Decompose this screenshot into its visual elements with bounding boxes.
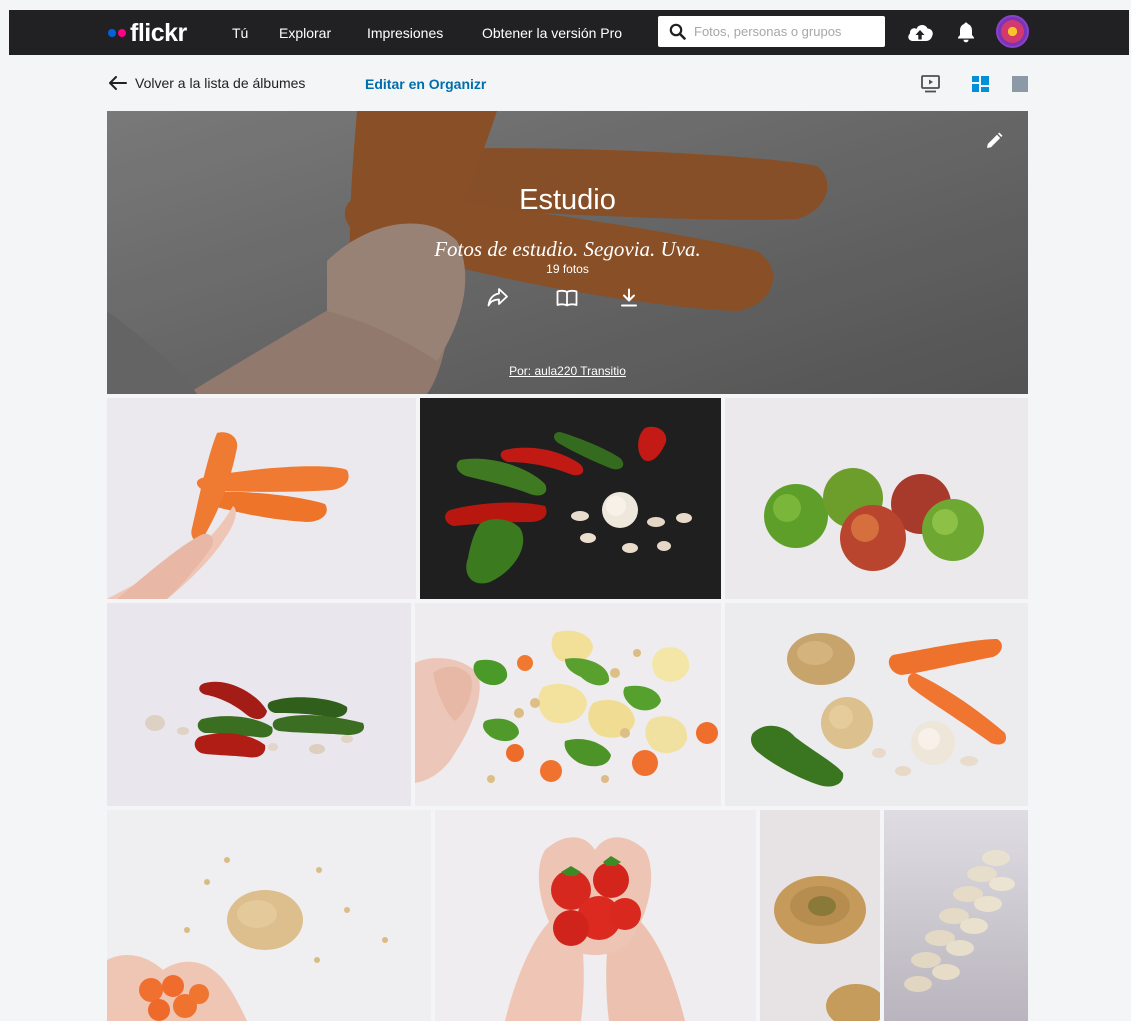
photo-carrots-hand xyxy=(107,398,416,599)
album-cover: Estudio Fotos de estudio. Segovia. Uva. … xyxy=(107,111,1028,394)
top-navigation-bar: flickr Tú Explorar Impresiones Obtener l… xyxy=(9,10,1129,55)
book-icon[interactable] xyxy=(556,289,578,307)
photo-chickpeas-carrot-slices xyxy=(107,810,431,1021)
photo-tile[interactable] xyxy=(435,810,756,1021)
photo-strawberries xyxy=(435,810,756,1021)
logo-wordmark: flickr xyxy=(130,19,187,47)
edit-pencil-icon[interactable] xyxy=(985,132,1003,150)
flickr-album-page: flickr Tú Explorar Impresiones Obtener l… xyxy=(0,0,1131,1021)
photo-tile[interactable] xyxy=(725,398,1028,599)
photo-tile[interactable] xyxy=(760,810,880,1021)
photo-tile[interactable] xyxy=(107,810,431,1021)
nav-link-prints[interactable]: Impresiones xyxy=(367,24,443,42)
album-author: Por: aula220 Transitio xyxy=(107,362,1028,380)
photo-straw-seeds xyxy=(760,810,880,1021)
photo-red-green-peppers xyxy=(107,603,411,806)
upload-cloud-icon[interactable] xyxy=(906,21,934,43)
search-input[interactable] xyxy=(694,22,874,41)
photo-tile[interactable] xyxy=(420,398,721,599)
back-link-label: Volver a la lista de álbumes xyxy=(135,75,306,91)
photo-peppers-garlic xyxy=(420,398,721,599)
photo-tile[interactable] xyxy=(415,603,721,806)
edit-in-organizr-link[interactable]: Editar en Organizr xyxy=(365,75,486,93)
logo-blue-dot xyxy=(108,29,116,37)
download-icon[interactable] xyxy=(620,288,638,308)
arrow-left-icon xyxy=(109,76,127,90)
search-box[interactable] xyxy=(658,16,885,47)
photo-tile[interactable] xyxy=(107,398,416,599)
grid-view-icon[interactable] xyxy=(972,76,989,92)
flickr-logo[interactable]: flickr xyxy=(108,19,187,47)
share-icon[interactable] xyxy=(487,287,509,307)
search-icon[interactable] xyxy=(669,23,686,40)
album-author-link[interactable]: Por: aula220 Transitio xyxy=(509,364,626,378)
slideshow-view-icon[interactable] xyxy=(921,75,940,93)
back-to-albums-link[interactable]: Volver a la lista de álbumes xyxy=(108,74,305,92)
photo-potato-pepper-garlic xyxy=(725,603,1028,806)
photo-white-beans xyxy=(884,810,1028,1021)
photo-apples xyxy=(725,398,1028,599)
single-view-icon[interactable] xyxy=(1012,76,1028,92)
nav-link-explore[interactable]: Explorar xyxy=(279,24,331,42)
photo-vegetables-hands xyxy=(415,603,721,806)
nav-link-you[interactable]: Tú xyxy=(232,24,248,42)
bell-icon[interactable] xyxy=(957,21,975,43)
logo-pink-dot xyxy=(118,29,126,37)
album-photo-count: 19 fotos xyxy=(546,262,589,276)
album-title: Estudio xyxy=(519,184,616,216)
avatar[interactable] xyxy=(996,15,1029,48)
photo-tile[interactable] xyxy=(725,603,1028,806)
album-description: Fotos de estudio. Segovia. Uva. xyxy=(434,237,701,261)
nav-link-get-pro[interactable]: Obtener la versión Pro xyxy=(482,24,622,42)
photo-tile[interactable] xyxy=(884,810,1028,1021)
photo-tile[interactable] xyxy=(107,603,411,806)
